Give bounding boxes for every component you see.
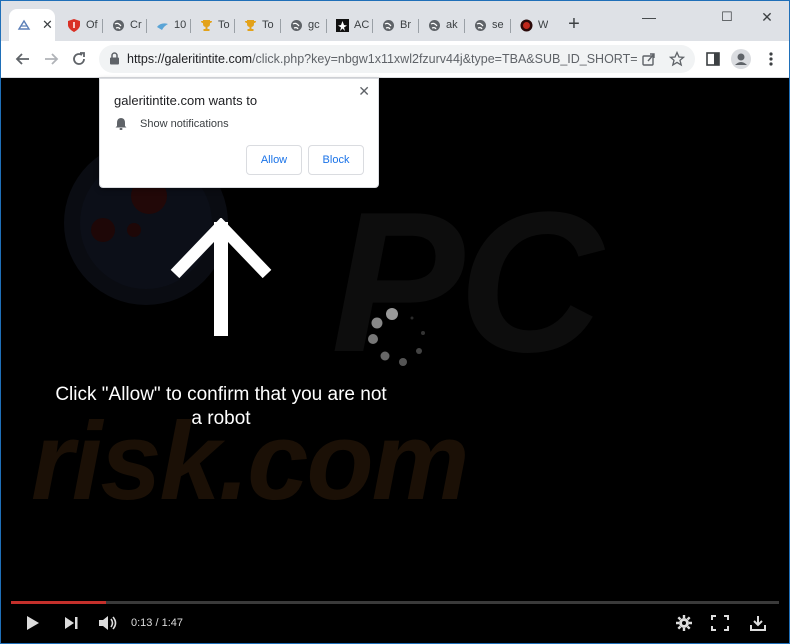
- tab-se[interactable]: se: [465, 9, 509, 41]
- tab-label: W: [538, 19, 549, 31]
- notification-permission-popup: galeritintite.com wants to ✕ Show notifi…: [99, 78, 379, 188]
- lock-icon[interactable]: [109, 52, 120, 70]
- tab-w[interactable]: W: [511, 9, 555, 41]
- globe-icon: [381, 18, 395, 32]
- allow-button[interactable]: Allow: [246, 145, 302, 175]
- tab-of[interactable]: Of: [59, 9, 101, 41]
- video-progress-fill: [11, 601, 107, 604]
- play-button[interactable]: [23, 611, 43, 635]
- url-text[interactable]: https://galeritintite.com/click.php?key=…: [127, 52, 637, 66]
- robot-check-message: Click "Allow" to confirm that you are no…: [55, 384, 387, 429]
- tab-active[interactable]: ✕: [9, 9, 55, 41]
- skip-next-icon: [65, 617, 78, 629]
- sidebar-icon[interactable]: [705, 51, 721, 67]
- profile-avatar-icon[interactable]: [731, 49, 751, 69]
- settings-button[interactable]: [673, 611, 695, 635]
- new-tab-button[interactable]: +: [563, 13, 585, 35]
- tab-label: To: [218, 19, 230, 31]
- video-time: 0:13 / 1:47: [131, 617, 183, 629]
- reload-icon: [73, 52, 85, 65]
- tab-label: AC: [354, 19, 370, 31]
- share-icon[interactable]: [641, 51, 657, 67]
- tab-cr[interactable]: Cr: [103, 9, 145, 41]
- tab-label: gc: [308, 19, 320, 31]
- fullscreen-button[interactable]: [709, 611, 731, 635]
- close-popup-icon[interactable]: ✕: [358, 83, 370, 100]
- tab-label: 10: [174, 19, 187, 31]
- url-host: https://galeritintite.com: [127, 52, 253, 66]
- globe-icon: [17, 18, 31, 32]
- reload-button[interactable]: [67, 47, 91, 71]
- trophy-icon: [243, 18, 257, 32]
- tab-br[interactable]: Br: [373, 9, 417, 41]
- arrow-up-icon: [170, 218, 272, 336]
- toolbar: https://galeritintite.com/click.php?key=…: [1, 41, 789, 78]
- tab-label: Br: [400, 19, 411, 31]
- tab-10[interactable]: 10: [147, 9, 189, 41]
- gear-icon: [676, 615, 692, 631]
- trophy-icon: [199, 18, 213, 32]
- popup-title: galeritintite.com wants to: [114, 93, 258, 108]
- globe-icon: [427, 18, 441, 32]
- url-path: /click.php?key=nbgw1x11xwl2fzurv44j&type…: [252, 52, 637, 66]
- tab-label: ak: [446, 19, 458, 31]
- tab-to-2[interactable]: To: [235, 9, 279, 41]
- tab-ak[interactable]: ak: [419, 9, 463, 41]
- tab-label: Of: [86, 19, 98, 31]
- back-button[interactable]: [11, 47, 35, 71]
- globe-icon: [473, 18, 487, 32]
- browser-window: ✕ Of Cr 10 To To gc AC Br ak se W + — ☐ …: [0, 0, 790, 644]
- maximize-icon[interactable]: ☐: [707, 7, 747, 27]
- menu-kebab-icon[interactable]: [763, 51, 779, 67]
- tab-strip: ✕ Of Cr 10 To To gc AC Br ak se W + — ☐ …: [1, 1, 789, 41]
- star-icon: [335, 18, 349, 32]
- tab-gc[interactable]: gc: [281, 9, 325, 41]
- fullscreen-icon: [711, 615, 729, 631]
- tab-label: Cr: [130, 19, 142, 31]
- globe-icon: [111, 18, 125, 32]
- download-button[interactable]: [747, 611, 769, 635]
- circle-icon: [519, 18, 533, 32]
- volume-button[interactable]: [97, 611, 119, 635]
- close-tab-icon[interactable]: ✕: [42, 17, 53, 33]
- arrow-right-icon: [45, 53, 59, 65]
- minimize-icon[interactable]: —: [629, 7, 669, 27]
- bookmark-star-icon[interactable]: [669, 51, 685, 67]
- bird-icon: [155, 18, 169, 32]
- tab-ac[interactable]: AC: [327, 9, 371, 41]
- video-progress-bar[interactable]: [11, 601, 779, 604]
- globe-icon: [289, 18, 303, 32]
- close-window-icon[interactable]: ✕: [747, 7, 787, 27]
- download-icon: [750, 616, 766, 631]
- loading-spinner-icon: [368, 308, 425, 366]
- address-bar[interactable]: https://galeritintite.com/click.php?key=…: [99, 45, 695, 73]
- tab-label: se: [492, 19, 504, 31]
- play-icon: [27, 616, 39, 630]
- arrow-left-icon: [15, 53, 29, 65]
- shield-icon: [67, 18, 81, 32]
- forward-button[interactable]: [39, 47, 63, 71]
- block-button[interactable]: Block: [308, 145, 364, 175]
- permission-label: Show notifications: [140, 118, 229, 130]
- volume-icon: [99, 616, 117, 630]
- next-button[interactable]: [61, 611, 81, 635]
- tab-to-1[interactable]: To: [191, 9, 233, 41]
- tab-label: To: [262, 19, 274, 31]
- bell-icon: [115, 117, 127, 135]
